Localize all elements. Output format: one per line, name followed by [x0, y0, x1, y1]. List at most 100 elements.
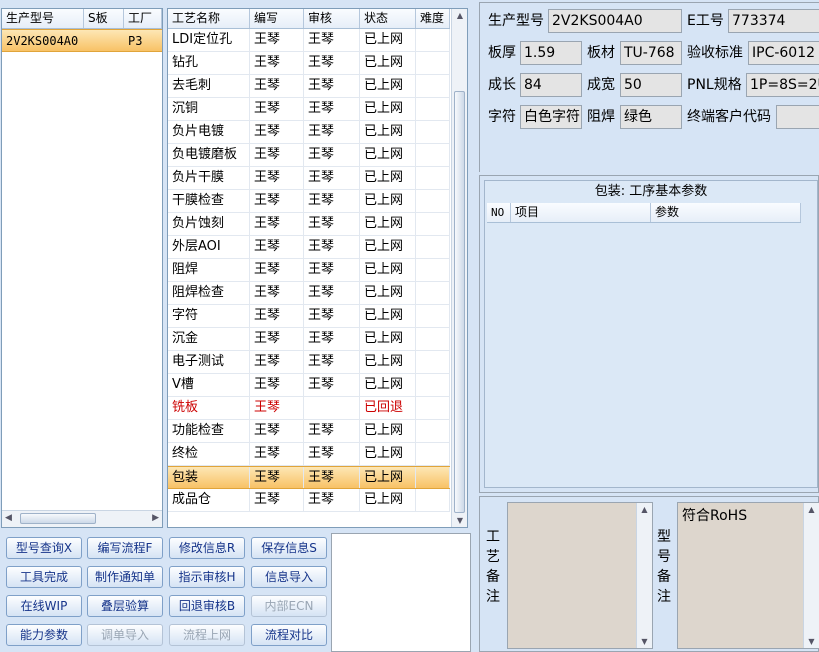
process-row[interactable]: 成品仓 王琴 王琴 已上网	[168, 489, 450, 512]
cell-process-name: 干膜检查	[168, 190, 250, 212]
cell-status: 已上网	[360, 467, 416, 488]
instruct-review-button[interactable]: 指示审核H	[169, 566, 245, 588]
process-row[interactable]: 铣板 王琴 已回退	[168, 397, 450, 420]
cell-reviewer: 王琴	[304, 52, 360, 74]
model-remark-textarea[interactable]: 符合RoHS ▲ ▼	[677, 502, 819, 649]
process-row[interactable]: 负片干膜 王琴 王琴 已上网	[168, 167, 450, 190]
scroll-down-icon[interactable]: ▼	[452, 516, 467, 525]
process-row[interactable]: 终检 王琴 王琴 已上网	[168, 443, 450, 466]
col-writer[interactable]: 编写	[250, 9, 304, 28]
col-factory[interactable]: 工厂	[124, 9, 162, 28]
col-difficulty[interactable]: 难度	[416, 9, 450, 28]
flow-compare-button[interactable]: 流程对比	[251, 624, 327, 646]
scroll-up-icon[interactable]: ▲	[452, 11, 467, 20]
cell-reviewer: 王琴	[304, 144, 360, 166]
thickness-field[interactable]: 1.59	[520, 41, 582, 65]
pnl-field[interactable]: 1P=8S=2U	[746, 73, 819, 97]
col-process-name[interactable]: 工艺名称	[168, 9, 250, 28]
cell-status: 已上网	[360, 282, 416, 304]
cell-difficulty	[416, 305, 450, 327]
rollback-review-button[interactable]: 回退审核B	[169, 595, 245, 617]
cell-writer: 王琴	[250, 167, 304, 189]
model-list[interactable]: 生产型号 S板 工厂 2V2KS004A0 P3 ◀ ▶	[1, 8, 163, 528]
params-title: 包装: 工序基本参数	[594, 184, 708, 199]
scroll-thumb[interactable]	[20, 513, 96, 524]
make-notice-button[interactable]: 制作通知单	[87, 566, 163, 588]
model-list-row[interactable]: 2V2KS004A0 P3	[2, 29, 162, 52]
process-row[interactable]: 钻孔 王琴 王琴 已上网	[168, 52, 450, 75]
tool-done-button[interactable]: 工具完成	[6, 566, 82, 588]
cell-writer: 王琴	[250, 397, 304, 419]
cell-reviewer: 王琴	[304, 443, 360, 465]
scroll-up-icon[interactable]: ▲	[804, 505, 819, 514]
scroll-left-icon[interactable]: ◀	[5, 513, 12, 523]
customer-code-field[interactable]	[776, 105, 819, 129]
process-row[interactable]: 阻焊 王琴 王琴 已上网	[168, 259, 450, 282]
scroll-down-icon[interactable]: ▼	[637, 637, 652, 646]
cell-reviewer: 王琴	[304, 351, 360, 373]
vertical-scrollbar[interactable]: ▲ ▼	[451, 9, 467, 527]
process-row[interactable]: 电子测试 王琴 王琴 已上网	[168, 351, 450, 374]
col-s-board[interactable]: S板	[84, 9, 124, 28]
process-row[interactable]: 负电镀磨板 王琴 王琴 已上网	[168, 144, 450, 167]
model-remark-label: 型号备注	[657, 527, 673, 607]
cell-status: 已上网	[360, 259, 416, 281]
capability-params-button[interactable]: 能力参数	[6, 624, 82, 646]
model-field[interactable]: 2V2KS004A0	[548, 9, 682, 33]
process-row[interactable]: 包装 王琴 王琴 已上网	[168, 466, 450, 489]
mask-field[interactable]: 绿色	[620, 105, 682, 129]
cell-difficulty	[416, 144, 450, 166]
scroll-right-icon[interactable]: ▶	[152, 513, 159, 523]
online-wip-button[interactable]: 在线WIP	[6, 595, 82, 617]
process-row[interactable]: 负片蚀刻 王琴 王琴 已上网	[168, 213, 450, 236]
char-field[interactable]: 白色字符	[520, 105, 582, 129]
col-item[interactable]: 项目	[511, 203, 651, 222]
cell-status: 已上网	[360, 98, 416, 120]
cell-process-name: 阻焊检查	[168, 282, 250, 304]
process-row[interactable]: 干膜检查 王琴 王琴 已上网	[168, 190, 450, 213]
length-field[interactable]: 84	[520, 73, 582, 97]
cell-difficulty	[416, 467, 450, 488]
process-row[interactable]: 负片电镀 王琴 王琴 已上网	[168, 121, 450, 144]
e-number-field[interactable]: 773374	[728, 9, 819, 33]
stack-check-button[interactable]: 叠层验算	[87, 595, 163, 617]
process-table[interactable]: 工艺名称 编写 审核 状态 难度 LDI定位孔 王琴 王琴 已上网 钻孔 王琴 王琴 已上网去…	[167, 8, 468, 528]
scroll-up-icon[interactable]: ▲	[637, 505, 652, 514]
write-flow-button[interactable]: 编写流程F	[87, 537, 163, 559]
model-query-button[interactable]: 型号查询X	[6, 537, 82, 559]
info-import-button[interactable]: 信息导入	[251, 566, 327, 588]
process-row[interactable]: 阻焊检查 王琴 王琴 已上网	[168, 282, 450, 305]
process-row[interactable]: V槽 王琴 王琴 已上网	[168, 374, 450, 397]
process-row[interactable]: 字符 王琴 王琴 已上网	[168, 305, 450, 328]
col-no[interactable]: NO	[487, 203, 511, 222]
horizontal-scrollbar[interactable]: ◀ ▶	[2, 510, 162, 527]
col-status[interactable]: 状态	[360, 9, 416, 28]
col-model[interactable]: 生产型号	[2, 9, 84, 28]
model-remark-scrollbar[interactable]: ▲ ▼	[803, 503, 819, 648]
process-remark-scrollbar[interactable]: ▲ ▼	[636, 503, 652, 648]
process-row[interactable]: 沉铜 王琴 王琴 已上网	[168, 98, 450, 121]
process-row[interactable]: 功能检查 王琴 王琴 已上网	[168, 420, 450, 443]
cell-process-name: 包装	[168, 467, 250, 488]
modify-info-button[interactable]: 修改信息R	[169, 537, 245, 559]
process-remark-textarea[interactable]: ▲ ▼	[507, 502, 653, 649]
internal-ecn-button[interactable]: 内部ECN	[251, 595, 327, 617]
standard-field[interactable]: IPC-6012 I	[748, 41, 819, 65]
col-param[interactable]: 参数	[651, 203, 801, 222]
flow-online-button[interactable]: 流程上网	[169, 624, 245, 646]
remark-label-text: 型号备注	[657, 529, 671, 605]
cell-process-name: 钻孔	[168, 52, 250, 74]
order-import-button[interactable]: 调单导入	[87, 624, 163, 646]
material-field[interactable]: TU-768	[620, 41, 682, 65]
save-info-button[interactable]: 保存信息S	[251, 537, 327, 559]
process-row[interactable]: LDI定位孔 王琴 王琴 已上网	[168, 29, 450, 52]
process-row[interactable]: 去毛刺 王琴 王琴 已上网	[168, 75, 450, 98]
process-row[interactable]: 外层AOI 王琴 王琴 已上网	[168, 236, 450, 259]
cell-difficulty	[416, 259, 450, 281]
cell-difficulty	[416, 98, 450, 120]
col-reviewer[interactable]: 审核	[304, 9, 360, 28]
width-field[interactable]: 50	[620, 73, 682, 97]
scroll-down-icon[interactable]: ▼	[804, 637, 819, 646]
scroll-thumb[interactable]	[454, 91, 465, 513]
process-row[interactable]: 沉金 王琴 王琴 已上网	[168, 328, 450, 351]
